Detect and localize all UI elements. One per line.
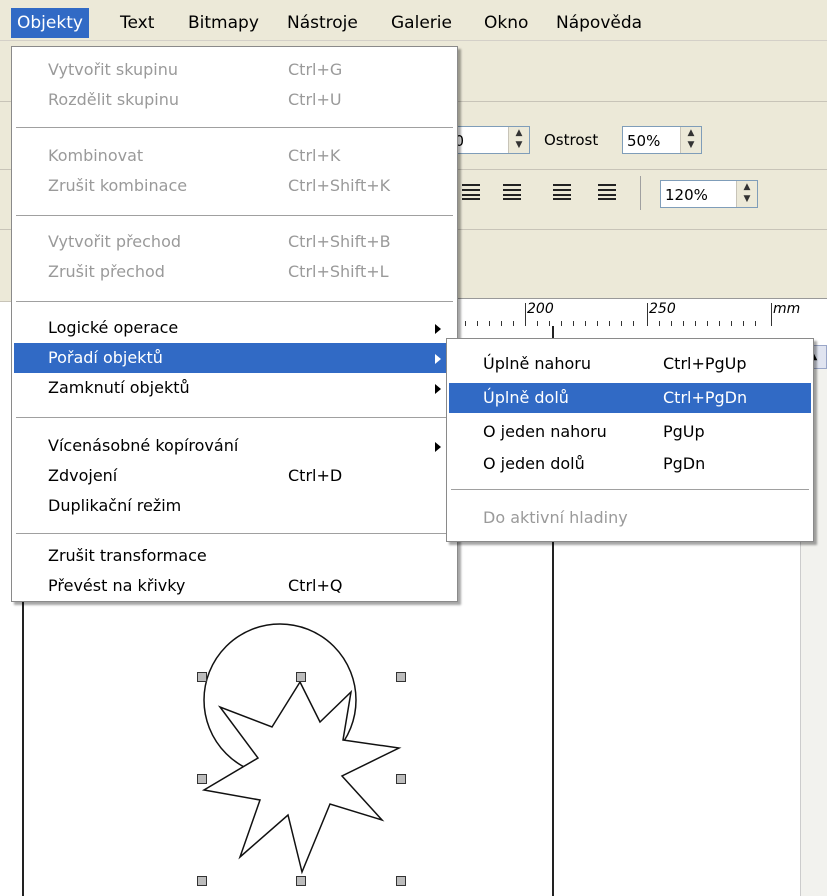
selection-handle[interactable] [396,876,406,886]
submenu-item-label: O jeden dolů [483,454,585,473]
menu-item-create-group[interactable]: Vytvořit skupinu Ctrl+G [14,55,455,85]
menu-item-label: Převést na křivky [48,576,186,595]
menu-item-label: Kombinovat [48,146,144,165]
menu-item-uncombine[interactable]: Zrušit kombinace Ctrl+Shift+K [14,171,455,201]
submenu-item-shortcut: Ctrl+PgUp [663,354,747,373]
menu-item-duplicate[interactable]: Zdvojení Ctrl+D [14,461,455,491]
menu-item-create-blend[interactable]: Vytvořit přechod Ctrl+Shift+B [14,227,455,257]
menu-item-combine[interactable]: Kombinovat Ctrl+K [14,141,455,171]
menu-item-ungroup[interactable]: Rozdělit skupinu Ctrl+U [14,85,455,115]
submenu-item-send-backward[interactable]: O jeden dolů PgDn [449,449,811,479]
menu-item-shortcut: Ctrl+D [288,466,343,485]
submenu-item-bring-to-front[interactable]: Úplně nahoru Ctrl+PgUp [449,349,811,379]
selection-handle[interactable] [396,774,406,784]
submenu-item-bring-forward[interactable]: O jeden nahoru PgUp [449,417,811,447]
menu-item-object-order[interactable]: Pořadí objektů [14,343,455,373]
menu-item-shortcut: Ctrl+G [288,60,343,79]
menu-item-duplication-mode[interactable]: Duplikační režim [14,491,455,521]
menu-item-label: Logické operace [48,318,179,337]
submenu-item-label: O jeden nahoru [483,422,607,441]
menu-item-remove-blend[interactable]: Zrušit přechod Ctrl+Shift+L [14,257,455,287]
submenu-item-label: Úplně dolů [483,388,569,407]
selection-handle[interactable] [296,672,306,682]
submenu-item-label: Úplně nahoru [483,354,591,373]
menu-item-shortcut: Ctrl+Shift+L [288,262,389,281]
submenu-item-shortcut: PgDn [663,454,706,473]
submenu-arrow-icon [435,354,441,364]
menu-item-clear-transforms[interactable]: Zrušit transformace [14,541,455,571]
objects-menu: Vytvořit skupinu Ctrl+G Rozdělit skupinu… [11,46,458,602]
menu-item-convert-to-curves[interactable]: Převést na křivky Ctrl+Q [14,571,455,601]
submenu-arrow-icon [435,442,441,452]
menu-separator [451,489,809,490]
submenu-arrow-icon [435,324,441,334]
submenu-item-to-active-layer[interactable]: Do aktivní hladiny [449,503,811,533]
selection-handle[interactable] [396,672,406,682]
submenu-item-send-to-back[interactable]: Úplně dolů Ctrl+PgDn [449,383,811,413]
menu-separator [16,533,453,534]
menu-item-label: Pořadí objektů [48,348,163,367]
menu-item-label: Vytvořit přechod [48,232,182,251]
menu-separator [16,417,453,418]
menu-item-shortcut: Ctrl+Q [288,576,343,595]
menu-separator [16,301,453,302]
menu-item-lock-objects[interactable]: Zamknutí objektů [14,373,455,403]
object-order-submenu: Úplně nahoru Ctrl+PgUp Úplně dolů Ctrl+P… [446,338,814,542]
menu-item-label: Rozdělit skupinu [48,90,179,109]
menu-item-shortcut: Ctrl+K [288,146,341,165]
menu-item-shortcut: Ctrl+Shift+B [288,232,391,251]
menu-item-multiple-copy[interactable]: Vícenásobné kopírování [14,431,455,461]
menu-separator [16,127,453,128]
menu-item-label: Duplikační režim [48,496,182,515]
selection-handle[interactable] [197,672,207,682]
menu-item-shortcut: Ctrl+U [288,90,342,109]
menu-item-label: Zrušit transformace [48,546,207,565]
submenu-item-shortcut: Ctrl+PgDn [663,388,748,407]
menu-item-label: Vytvořit skupinu [48,60,179,79]
menu-item-label: Zrušit kombinace [48,176,188,195]
star-shape[interactable] [201,680,402,875]
menu-separator [16,215,453,216]
selection-handle[interactable] [197,774,207,784]
menu-item-label: Zdvojení [48,466,118,485]
menu-item-label: Zrušit přechod [48,262,165,281]
submenu-item-label: Do aktivní hladiny [483,508,628,527]
selection-handle[interactable] [197,876,207,886]
menu-item-label: Vícenásobné kopírování [48,436,239,455]
submenu-item-shortcut: PgUp [663,422,705,441]
menu-item-logical-operations[interactable]: Logické operace [14,313,455,343]
selection-handle[interactable] [296,876,306,886]
menu-item-label: Zamknutí objektů [48,378,190,397]
menu-item-shortcut: Ctrl+Shift+K [288,176,391,195]
submenu-arrow-icon [435,384,441,394]
